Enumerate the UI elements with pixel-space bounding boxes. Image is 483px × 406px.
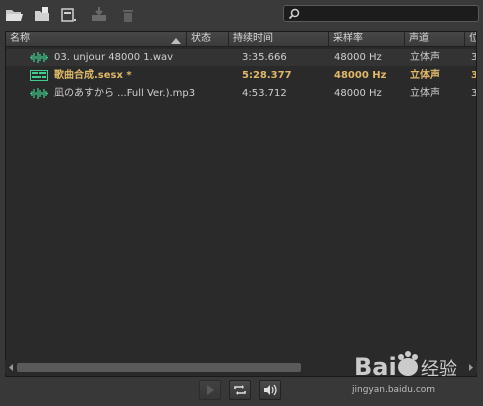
column-bits[interactable]: 位: [464, 32, 476, 46]
column-name[interactable]: 名称: [6, 32, 186, 46]
auto-play-button[interactable]: [259, 380, 281, 400]
file-channels: 立体声: [410, 52, 440, 63]
multitrack-session-icon: [30, 70, 48, 84]
file-duration: 5:28.377: [242, 70, 292, 81]
play-icon: [207, 385, 214, 395]
file-row[interactable]: 凪のあすから ...Full Ver.).mp3 4:53.712 48000 …: [6, 85, 477, 102]
scroll-left-icon[interactable]: [5, 361, 17, 374]
file-duration: 3:35.666: [242, 52, 287, 63]
toolbar: [0, 0, 483, 30]
new-file-icon[interactable]: [60, 6, 80, 24]
scrollbar-thumb[interactable]: [17, 363, 301, 372]
file-bits: 3: [471, 67, 476, 84]
search-icon: [288, 8, 300, 23]
waveform-icon: [30, 88, 48, 102]
file-channels: 立体声: [410, 88, 440, 99]
watermark-url: jingyan.baidu.com: [352, 385, 436, 395]
file-bits: 3: [471, 52, 477, 63]
baidu-jingyan-watermark: Bai 经验: [352, 347, 482, 405]
column-channels[interactable]: 声道: [404, 32, 464, 46]
loop-icon: [234, 385, 246, 395]
column-sample-rate[interactable]: 采样率: [328, 32, 404, 46]
svg-text:Bai: Bai: [354, 353, 397, 381]
waveform-icon: [30, 52, 48, 66]
sort-ascending-icon: [171, 36, 181, 47]
file-duration: 4:53.712: [242, 88, 287, 99]
delete-icon: [119, 6, 139, 24]
files-panel: 名称 状态 持续时间 采样率 声道 位 03. unjour 48000 1.w…: [5, 31, 477, 377]
auto-play-icon: [264, 384, 277, 396]
file-channels: 立体声: [410, 70, 440, 81]
file-name: 03. unjour 48000 1.wav: [54, 52, 174, 63]
loop-button[interactable]: [229, 380, 251, 400]
import-icon[interactable]: [32, 6, 52, 24]
play-button[interactable]: [199, 380, 221, 400]
search-box[interactable]: [283, 5, 479, 22]
file-row[interactable]: 03. unjour 48000 1.wav 3:35.666 48000 Hz…: [6, 49, 477, 66]
file-bits: 3: [471, 88, 477, 99]
open-file-icon[interactable]: [4, 6, 24, 24]
file-sample-rate: 48000 Hz: [334, 88, 382, 99]
search-input[interactable]: [302, 7, 476, 22]
column-status[interactable]: 状态: [186, 32, 228, 46]
file-name: 歌曲合成.sesx *: [54, 70, 132, 81]
column-duration[interactable]: 持续时间: [228, 32, 328, 46]
file-name: 凪のあすから ...Full Ver.).mp3: [54, 88, 196, 99]
svg-text:经验: 经验: [421, 359, 457, 380]
column-header: 名称 状态 持续时间 采样率 声道 位: [6, 32, 476, 47]
insert-into-multitrack-icon: [90, 6, 110, 24]
file-sample-rate: 48000 Hz: [334, 70, 387, 81]
file-row[interactable]: 歌曲合成.sesx * 5:28.377 48000 Hz 立体声 3: [6, 67, 476, 84]
file-sample-rate: 48000 Hz: [334, 52, 382, 63]
